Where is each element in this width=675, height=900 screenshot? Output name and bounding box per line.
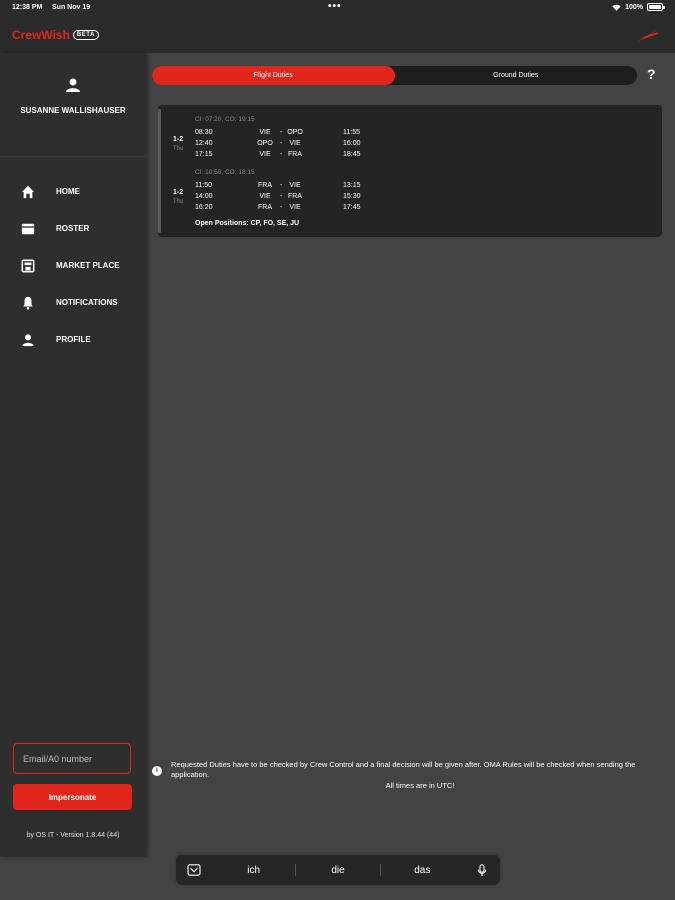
leg-arrival-time: 15:30 xyxy=(343,193,361,200)
leg-arrival-time: 13:15 xyxy=(343,182,361,189)
leg-origin: VIE xyxy=(259,129,271,136)
help-button[interactable]: ? xyxy=(647,66,656,82)
leg-origin: FRA xyxy=(258,204,272,211)
impersonate-button[interactable]: Impersonate xyxy=(13,784,132,810)
person-icon xyxy=(20,332,36,348)
leg-arrival-time: 18:45 xyxy=(343,151,361,158)
sidebar-item-label: PROFILE xyxy=(56,335,91,344)
open-positions: Open Positions: CP, FO, SE, JU xyxy=(195,220,300,227)
suggestion-word[interactable]: die xyxy=(296,865,379,876)
leg-departure-time: 08:30 xyxy=(195,129,213,136)
sidebar-divider xyxy=(0,156,146,157)
home-icon xyxy=(20,184,36,200)
leg-departure-time: 11:50 xyxy=(195,182,212,189)
leg-destination: FRA xyxy=(288,151,302,158)
leg-destination: VIE xyxy=(289,204,301,211)
duty-card[interactable]: CI: 07:20, CO: 19:15 1-2 Thu 08:30 VIE -… xyxy=(158,105,662,237)
app-bar: CrewWish BETA xyxy=(0,18,675,53)
battery-percent: 100% xyxy=(625,3,643,11)
app-name: CrewWish xyxy=(12,28,70,42)
keyboard-toggle-icon[interactable] xyxy=(176,855,212,885)
bell-icon xyxy=(20,295,36,311)
leg-departure-time: 16:20 xyxy=(195,204,213,211)
user-icon xyxy=(65,77,81,93)
multitasking-dots[interactable]: ••• xyxy=(328,1,342,12)
leg-origin: VIE xyxy=(259,193,271,200)
status-bar: 12:38 PM Sun Nov 19 ••• 100% xyxy=(0,0,675,18)
user-section: SUSANNE WALLISHAUSER xyxy=(0,77,146,115)
flight-leg: 11:50 FRA - VIE 13:15 xyxy=(195,182,361,189)
version-text: by OS IT - Version 1.8.44 (44) xyxy=(26,832,120,839)
flight-leg: 14:00 VIE - FRA 15:30 xyxy=(195,193,361,200)
sidebar-item-label: HOME xyxy=(56,187,80,196)
sidebar-item-market-place[interactable]: MARKET PLACE xyxy=(0,247,146,284)
duty-weekday: Thu xyxy=(173,146,184,152)
battery-icon xyxy=(647,3,665,11)
leg-destination: VIE xyxy=(289,182,301,189)
suggestion-word[interactable]: das xyxy=(381,865,464,876)
info-icon: i xyxy=(152,766,162,776)
info-note-text: Requested Duties have to be checked by C… xyxy=(171,760,636,779)
leg-destination: VIE xyxy=(289,140,301,147)
check-in-out: CI: 07:20, CO: 19:15 xyxy=(195,116,255,123)
leg-arrival-time: 16:00 xyxy=(343,140,361,147)
email-field[interactable] xyxy=(13,743,131,774)
status-right: 100% xyxy=(612,3,665,11)
microphone-icon[interactable] xyxy=(464,855,500,885)
sidebar-item-profile[interactable]: PROFILE xyxy=(0,321,146,358)
user-name: SUSANNE WALLISHAUSER xyxy=(20,106,126,115)
leg-origin: VIE xyxy=(259,151,271,158)
sidebar-item-notifications[interactable]: NOTIFICATIONS xyxy=(0,284,146,321)
duty-day: 1-2 xyxy=(173,189,184,196)
leg-departure-time: 12:40 xyxy=(195,140,213,147)
leg-destination: FRA xyxy=(288,193,302,200)
wifi-icon xyxy=(612,4,621,11)
market-place-icon xyxy=(20,258,36,274)
status-time: 12:38 PM xyxy=(12,4,43,11)
leg-departure-time: 17:15 xyxy=(195,151,213,158)
sidebar-item-label: NOTIFICATIONS xyxy=(56,298,118,307)
sidebar-item-label: MARKET PLACE xyxy=(56,261,120,270)
suggestions: ich die das xyxy=(212,855,464,885)
leg-departure-time: 14:00 xyxy=(195,193,213,200)
beta-badge: BETA xyxy=(72,30,99,40)
duty-tabs: Flight Duties Ground Duties xyxy=(152,66,637,85)
sidebar-item-roster[interactable]: ROSTER xyxy=(0,210,146,247)
leg-origin: FRA xyxy=(258,182,272,189)
suggestion-word[interactable]: ich xyxy=(212,865,295,876)
tab-flight-duties[interactable]: Flight Duties xyxy=(152,66,395,85)
leg-origin: OPO xyxy=(257,140,273,147)
flight-leg: 12:40 OPO - VIE 16:00 xyxy=(195,140,361,147)
tab-ground-duties[interactable]: Ground Duties xyxy=(395,66,638,85)
sidebar-item-label: ROSTER xyxy=(56,224,90,233)
app-brand: CrewWish BETA xyxy=(12,28,99,42)
flight-leg: 17:15 VIE - FRA 18:45 xyxy=(195,151,361,158)
airline-logo-icon xyxy=(638,30,659,41)
duty-weekday: Thu xyxy=(173,199,184,205)
check-in-out: CI: 10:50, CO: 18:15 xyxy=(195,169,255,176)
card-indicator-bar xyxy=(158,109,161,233)
leg-arrival-time: 11:55 xyxy=(343,129,360,136)
sidebar-item-home[interactable]: HOME xyxy=(0,173,146,210)
flight-leg: 16:20 FRA - VIE 17:45 xyxy=(195,204,361,211)
status-date: Sun Nov 19 xyxy=(52,4,91,11)
roster-icon xyxy=(20,221,36,237)
utc-note: All times are in UTC! xyxy=(385,781,455,790)
leg-arrival-time: 17:45 xyxy=(343,204,361,211)
sidebar-nav: HOME ROSTER MARKET PLACE NOTIFICATIONS P… xyxy=(0,173,146,358)
duty-day: 1-2 xyxy=(173,136,184,143)
flight-leg: 08:30 VIE - OPO 11:55 xyxy=(195,129,360,136)
leg-destination: OPO xyxy=(287,129,303,136)
sidebar: SUSANNE WALLISHAUSER HOME ROSTER MARKET … xyxy=(0,53,146,857)
keyboard-suggestion-bar: ich die das xyxy=(176,855,500,885)
